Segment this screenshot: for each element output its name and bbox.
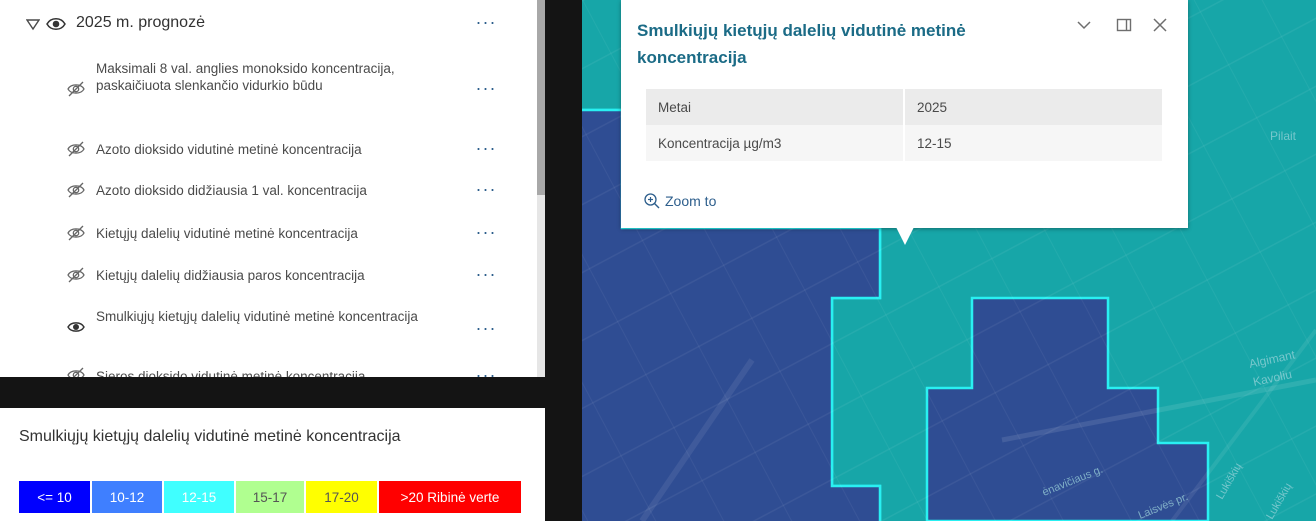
layer-item-label: Kietųjų dalelių vidutinė metinė koncentr… (96, 226, 358, 241)
popup-attribute-table: Metai 2025 Koncentracija µg/m3 12-15 (646, 89, 1162, 161)
layer-item[interactable]: Kietųjų dalelių vidutinė metinė koncentr… (0, 218, 537, 252)
popup-title: Smulkiųjų kietųjų dalelių vidutinė metin… (637, 21, 966, 67)
panel-divider (0, 377, 545, 408)
legend-swatch-label: 10-12 (109, 489, 145, 505)
panel-divider-vertical (545, 0, 582, 521)
attribute-row: Metai 2025 (646, 89, 1162, 125)
legend-swatch: 15-17 (236, 481, 306, 513)
eye-off-icon[interactable] (66, 267, 86, 283)
legend-classes: <= 10 10-12 12-15 15-17 17-20 >20 Ribinė… (19, 481, 521, 513)
layer-item-label: Azoto dioksido vidutinė metinė koncentra… (96, 142, 362, 157)
attribute-field: Koncentracija µg/m3 (646, 125, 905, 161)
layer-item-label: Azoto dioksido didžiausia 1 val. koncent… (96, 183, 367, 198)
layer-item-more-button[interactable]: ··· (474, 265, 498, 283)
legend-swatch: <= 10 (19, 481, 92, 513)
triangle-down-icon[interactable] (26, 17, 40, 31)
legend-swatch-label: 12-15 (181, 489, 217, 505)
feature-popup: Smulkiųjų kietųjų dalelių vidutinė metin… (621, 0, 1188, 228)
legend-swatch: 10-12 (92, 481, 164, 513)
legend-swatch-label: 17-20 (324, 489, 359, 505)
legend-swatch: 17-20 (306, 481, 379, 513)
legend-swatch-label: 15-17 (252, 489, 288, 505)
layer-group-more-button[interactable]: ··· (474, 13, 498, 31)
layer-list-panel: 2025 m. prognozė ··· Maksimali 8 val. an… (0, 0, 537, 377)
attribute-row: Koncentracija µg/m3 12-15 (646, 125, 1162, 161)
layer-item-more-button[interactable]: ··· (474, 319, 498, 337)
layer-group-row[interactable]: 2025 m. prognozė ··· (0, 0, 537, 48)
eye-icon[interactable] (46, 15, 66, 33)
layer-item-selected[interactable]: Smulkiųjų kietųjų dalelių vidutinė metin… (0, 304, 537, 354)
layer-item-more-button[interactable]: ··· (474, 180, 498, 198)
layer-item-more-button[interactable]: ··· (474, 139, 498, 157)
attribute-value: 2025 (904, 89, 1162, 125)
layer-item-label: Smulkiųjų kietųjų dalelių vidutinė metin… (96, 309, 418, 324)
legend-swatch-label: <= 10 (37, 489, 72, 505)
layer-item-label: Kietųjų dalelių didžiausia paros koncent… (96, 268, 365, 283)
dock-icon[interactable] (1115, 16, 1133, 34)
eye-off-icon[interactable] (66, 225, 86, 241)
legend-swatch-label: >20 Ribinė verte (400, 489, 500, 505)
layer-item[interactable]: Kietųjų dalelių didžiausia paros koncent… (0, 260, 537, 294)
layer-item[interactable]: Sieros dioksido vidutinė metinė koncentr… (0, 364, 537, 377)
legend-panel: Smulkiųjų kietųjų dalelių vidutinė metin… (0, 408, 545, 521)
layer-item[interactable]: Azoto dioksido didžiausia 1 val. koncent… (0, 175, 537, 209)
zoom-to-label: Zoom to (665, 193, 717, 209)
layer-item-more-button[interactable]: ··· (474, 366, 498, 377)
layer-item-label: Maksimali 8 val. anglies monoksido konce… (96, 61, 395, 93)
street-label: Pilait (1270, 129, 1297, 143)
layer-item[interactable]: Azoto dioksido vidutinė metinė koncentra… (0, 134, 537, 168)
layer-item-label: Sieros dioksido vidutinė metinė koncentr… (96, 369, 366, 377)
eye-off-icon[interactable] (66, 141, 86, 157)
legend-swatch: 12-15 (164, 481, 236, 513)
layer-item-more-button[interactable]: ··· (474, 223, 498, 241)
eye-off-icon[interactable] (66, 182, 86, 198)
close-icon[interactable] (1151, 16, 1169, 34)
layer-item[interactable]: Maksimali 8 val. anglies monoksido konce… (0, 56, 537, 126)
layer-list-scrollbar[interactable] (537, 0, 545, 377)
popup-pointer (896, 227, 914, 245)
legend-title: Smulkiųjų kietųjų dalelių vidutinė metin… (19, 428, 401, 445)
zoom-to-button[interactable]: Zoom to (643, 192, 716, 210)
chevron-down-icon[interactable] (1075, 16, 1093, 34)
zoom-in-icon (644, 193, 660, 209)
layer-group-title: 2025 m. prognozė (76, 14, 205, 31)
attribute-field: Metai (646, 89, 905, 125)
eye-icon[interactable] (66, 319, 86, 335)
eye-off-icon[interactable] (66, 81, 86, 97)
attribute-value: 12-15 (904, 125, 1162, 161)
scrollbar-thumb[interactable] (537, 0, 545, 195)
layer-item-more-button[interactable]: ··· (474, 79, 498, 97)
legend-swatch: >20 Ribinė verte (379, 481, 521, 513)
eye-off-icon[interactable] (66, 367, 86, 377)
